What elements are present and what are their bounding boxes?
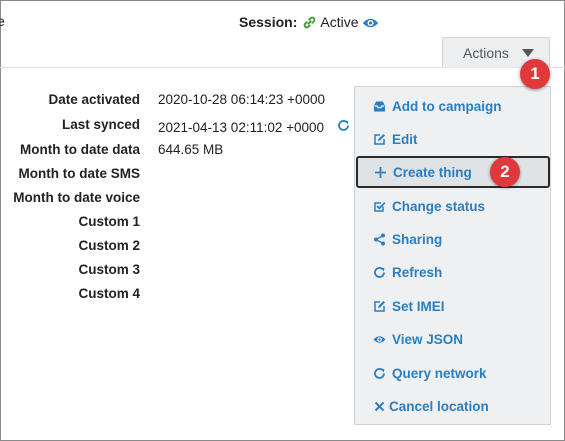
detail-label: Month to date SMS xyxy=(18,166,141,181)
menu-item-label: Set IMEI xyxy=(392,298,445,314)
detail-value: 2021-04-13 02:11:02 +0000 xyxy=(158,120,325,135)
inbox-icon xyxy=(373,100,386,113)
detail-label: Custom 4 xyxy=(78,286,140,301)
actions-dropdown-menu: Add to campaign Edit Create thing Change… xyxy=(354,86,551,425)
menu-item-add-to-campaign[interactable]: Add to campaign xyxy=(358,92,546,120)
step-callout-1: 1 xyxy=(520,59,550,89)
step-callout-2: 2 xyxy=(490,157,520,187)
menu-item-label: View JSON xyxy=(392,331,464,347)
menu-item-set-imei[interactable]: Set IMEI xyxy=(358,292,546,320)
detail-label: Last synced xyxy=(61,117,140,132)
share-icon xyxy=(373,233,386,246)
refresh-icon xyxy=(373,367,386,380)
menu-item-refresh[interactable]: Refresh xyxy=(358,258,546,286)
menu-item-label: Change status xyxy=(392,198,486,214)
detail-label: Month to date voice xyxy=(13,190,140,205)
detail-value: 2020-10-28 06:14:23 +0000 xyxy=(158,92,326,107)
detail-row: Last synced 2021-04-13 02:11:02 +0000 xyxy=(0,117,349,141)
detail-label: Date activated xyxy=(48,92,140,107)
menu-item-label: Query network xyxy=(392,365,487,381)
actions-label: Actions xyxy=(463,44,509,61)
eye-icon xyxy=(373,333,386,346)
edit-icon xyxy=(373,300,386,313)
close-icon xyxy=(373,400,386,413)
menu-item-label: Refresh xyxy=(392,264,443,280)
menu-item-label: Edit xyxy=(392,131,418,147)
detail-label: Month to date data xyxy=(20,142,140,157)
link-icon xyxy=(303,16,316,29)
plus-icon xyxy=(374,166,387,179)
edit-icon xyxy=(373,133,386,146)
detail-row: Custom 3 xyxy=(0,262,340,286)
menu-item-label: Cancel location xyxy=(389,398,489,414)
sync-icon[interactable] xyxy=(337,119,350,132)
detail-row: Custom 1 xyxy=(0,214,340,238)
detail-row: Date activated 2020-10-28 06:14:23 +0000 xyxy=(0,92,340,116)
check-square-icon xyxy=(373,200,386,213)
menu-item-query-network[interactable]: Query network xyxy=(358,359,546,387)
menu-item-cancel-location[interactable]: Cancel location xyxy=(358,392,546,420)
detail-row: Month to date voice xyxy=(0,190,340,214)
caret-down-icon xyxy=(521,48,534,57)
detail-row: Custom 2 xyxy=(0,238,340,262)
detail-row: Month to date SMS xyxy=(0,166,340,190)
menu-item-label: Create thing xyxy=(393,164,472,180)
header: e Session: Active Actions xyxy=(0,0,565,67)
menu-item-change-status[interactable]: Change status xyxy=(358,192,546,220)
menu-item-create-thing[interactable]: Create thing xyxy=(356,156,550,188)
detail-label: Custom 3 xyxy=(78,262,140,277)
menu-item-view-json[interactable]: View JSON xyxy=(358,325,546,353)
truncated-text: e xyxy=(0,13,5,29)
detail-value: 644.65 MB xyxy=(158,142,224,157)
session-value: Active xyxy=(320,14,359,30)
detail-row: Month to date data 644.65 MB xyxy=(0,142,340,166)
menu-item-sharing[interactable]: Sharing xyxy=(358,225,546,253)
eye-icon[interactable] xyxy=(362,16,379,28)
menu-item-edit[interactable]: Edit xyxy=(358,125,546,153)
detail-label: Custom 2 xyxy=(78,238,140,253)
detail-row: Custom 4 xyxy=(0,286,340,310)
session-label: Session: xyxy=(239,14,298,30)
refresh-icon xyxy=(373,266,386,279)
detail-label: Custom 1 xyxy=(78,214,140,229)
session-status: Session: Active xyxy=(239,14,379,30)
menu-item-label: Sharing xyxy=(392,231,443,247)
menu-item-label: Add to campaign xyxy=(392,98,502,114)
header-divider xyxy=(0,67,565,68)
